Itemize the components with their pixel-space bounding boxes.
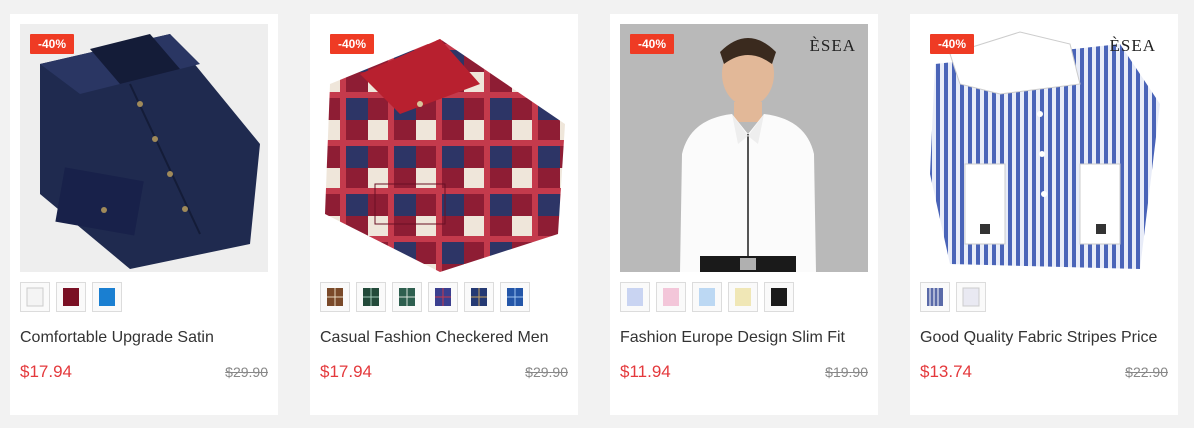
color-swatch[interactable] (320, 282, 350, 312)
shirt-image (325, 39, 565, 272)
color-swatch[interactable] (956, 282, 986, 312)
color-swatch[interactable] (464, 282, 494, 312)
product-image[interactable]: ÈSEA -40% (920, 24, 1168, 272)
price-row: $17.94 $29.90 (320, 362, 568, 382)
sale-price: $17.94 (20, 362, 72, 381)
original-price: $22.90 (1125, 364, 1168, 380)
product-grid: -40% Comfortable Upgrade Satin $17.94 $2… (10, 14, 1178, 415)
shirt-image (40, 34, 260, 269)
color-swatch[interactable] (656, 282, 686, 312)
discount-badge: -40% (30, 34, 75, 54)
color-swatches (20, 282, 268, 314)
discount-badge: -40% (630, 34, 675, 54)
model-image (680, 38, 816, 272)
color-swatches (920, 282, 1168, 314)
product-image[interactable]: ÈSEA -40% (620, 24, 868, 272)
sale-price: $17.94 (320, 362, 372, 381)
original-price: $19.90 (825, 364, 868, 380)
discount-badge: -40% (930, 34, 975, 54)
product-title[interactable]: Comfortable Upgrade Satin (20, 328, 268, 348)
product-card[interactable]: ÈSEA -40% Fashion Europe Design Slim Fit… (610, 14, 878, 415)
price-row: $11.94 $19.90 (620, 362, 868, 382)
color-swatches (320, 282, 568, 314)
price-row: $17.94 $29.90 (20, 362, 268, 382)
brand-logo: ÈSEA (1109, 36, 1156, 55)
product-card[interactable]: ÈSEA -40% Good Quality Fabric Stripes Pr… (910, 14, 1178, 415)
color-swatch[interactable] (764, 282, 794, 312)
price-row: $13.74 $22.90 (920, 362, 1168, 382)
product-title[interactable]: Casual Fashion Checkered Men (320, 328, 568, 348)
color-swatch[interactable] (392, 282, 422, 312)
color-swatch[interactable] (692, 282, 722, 312)
color-swatches (620, 282, 868, 314)
original-price: $29.90 (225, 364, 268, 380)
color-swatch[interactable] (920, 282, 950, 312)
product-card[interactable]: -40% Comfortable Upgrade Satin $17.94 $2… (10, 14, 278, 415)
color-swatch[interactable] (428, 282, 458, 312)
color-swatch[interactable] (500, 282, 530, 312)
discount-badge: -40% (330, 34, 375, 54)
color-swatch[interactable] (20, 282, 50, 312)
color-swatch[interactable] (92, 282, 122, 312)
product-title[interactable]: Good Quality Fabric Stripes Price (920, 328, 1168, 348)
brand-logo: ÈSEA (809, 36, 856, 55)
color-swatch[interactable] (620, 282, 650, 312)
color-swatch[interactable] (56, 282, 86, 312)
product-image[interactable]: -40% (320, 24, 568, 272)
product-title[interactable]: Fashion Europe Design Slim Fit (620, 328, 868, 348)
product-image[interactable]: -40% (20, 24, 268, 272)
sale-price: $13.74 (920, 362, 972, 381)
sale-price: $11.94 (620, 362, 671, 381)
original-price: $29.90 (525, 364, 568, 380)
color-swatch[interactable] (728, 282, 758, 312)
shirt-image (930, 31, 1160, 269)
color-swatch[interactable] (356, 282, 386, 312)
product-card[interactable]: -40% Casual Fashion Checkered Men $17.94… (310, 14, 578, 415)
